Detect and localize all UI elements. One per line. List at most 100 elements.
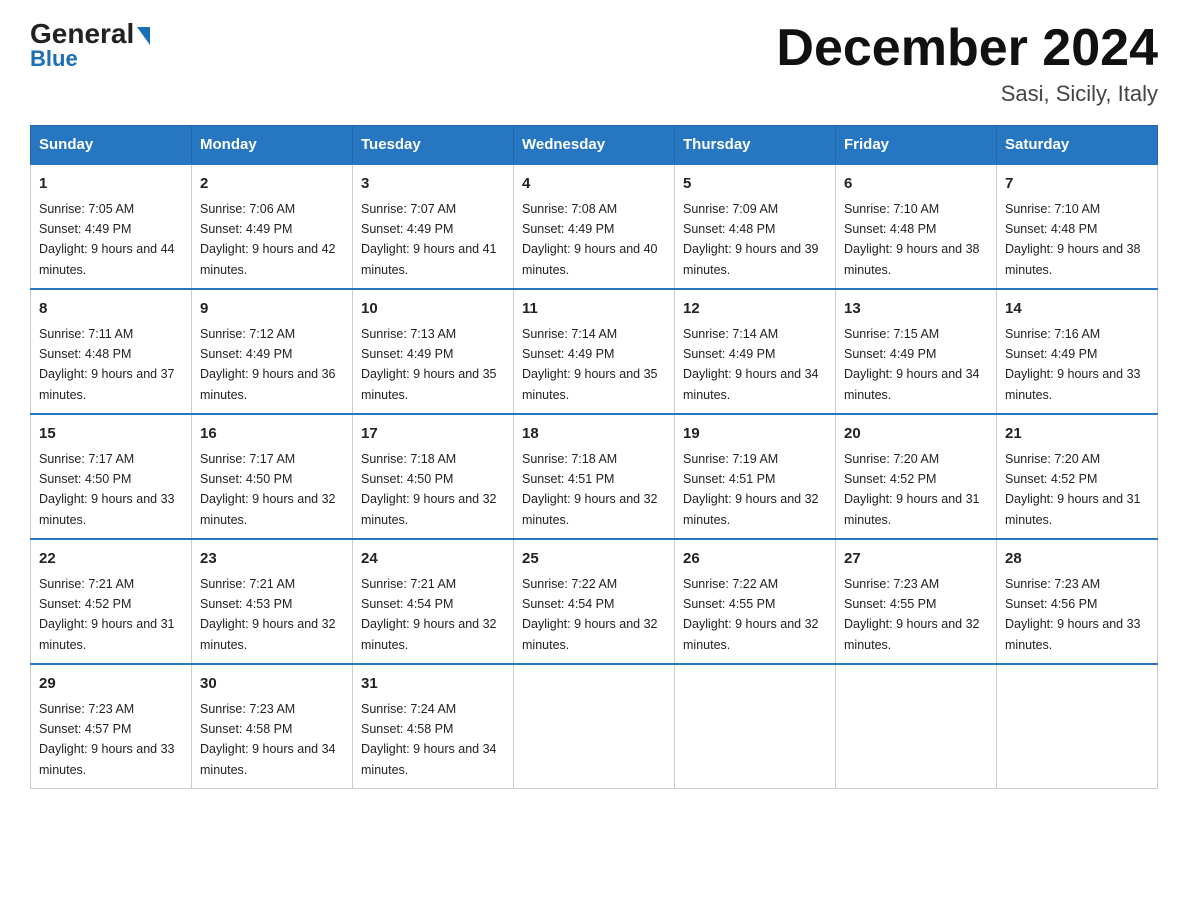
day-info: Sunrise: 7:21 AMSunset: 4:52 PMDaylight:… <box>39 577 175 652</box>
day-cell <box>514 664 675 789</box>
week-row-1: 1 Sunrise: 7:05 AMSunset: 4:49 PMDayligh… <box>31 164 1158 289</box>
day-info: Sunrise: 7:13 AMSunset: 4:49 PMDaylight:… <box>361 327 497 402</box>
header-thursday: Thursday <box>675 126 836 165</box>
day-cell <box>997 664 1158 789</box>
day-info: Sunrise: 7:10 AMSunset: 4:48 PMDaylight:… <box>1005 202 1141 277</box>
day-cell: 14 Sunrise: 7:16 AMSunset: 4:49 PMDaylig… <box>997 289 1158 414</box>
day-number: 22 <box>39 548 183 571</box>
day-number: 2 <box>200 173 344 196</box>
day-info: Sunrise: 7:15 AMSunset: 4:49 PMDaylight:… <box>844 327 980 402</box>
header-wednesday: Wednesday <box>514 126 675 165</box>
day-cell: 24 Sunrise: 7:21 AMSunset: 4:54 PMDaylig… <box>353 539 514 664</box>
day-info: Sunrise: 7:24 AMSunset: 4:58 PMDaylight:… <box>361 702 497 777</box>
day-number: 18 <box>522 423 666 446</box>
header-saturday: Saturday <box>997 126 1158 165</box>
day-number: 1 <box>39 173 183 196</box>
day-cell: 9 Sunrise: 7:12 AMSunset: 4:49 PMDayligh… <box>192 289 353 414</box>
day-cell: 13 Sunrise: 7:15 AMSunset: 4:49 PMDaylig… <box>836 289 997 414</box>
day-info: Sunrise: 7:23 AMSunset: 4:58 PMDaylight:… <box>200 702 336 777</box>
day-number: 26 <box>683 548 827 571</box>
day-number: 9 <box>200 298 344 321</box>
day-info: Sunrise: 7:06 AMSunset: 4:49 PMDaylight:… <box>200 202 336 277</box>
day-info: Sunrise: 7:07 AMSunset: 4:49 PMDaylight:… <box>361 202 497 277</box>
week-row-2: 8 Sunrise: 7:11 AMSunset: 4:48 PMDayligh… <box>31 289 1158 414</box>
day-number: 23 <box>200 548 344 571</box>
day-info: Sunrise: 7:19 AMSunset: 4:51 PMDaylight:… <box>683 452 819 527</box>
day-cell: 2 Sunrise: 7:06 AMSunset: 4:49 PMDayligh… <box>192 164 353 289</box>
day-cell: 1 Sunrise: 7:05 AMSunset: 4:49 PMDayligh… <box>31 164 192 289</box>
month-title: December 2024 <box>776 20 1158 77</box>
day-number: 5 <box>683 173 827 196</box>
day-number: 12 <box>683 298 827 321</box>
days-header-row: Sunday Monday Tuesday Wednesday Thursday… <box>31 126 1158 165</box>
day-cell: 29 Sunrise: 7:23 AMSunset: 4:57 PMDaylig… <box>31 664 192 789</box>
day-number: 13 <box>844 298 988 321</box>
day-number: 3 <box>361 173 505 196</box>
day-cell: 28 Sunrise: 7:23 AMSunset: 4:56 PMDaylig… <box>997 539 1158 664</box>
day-cell: 11 Sunrise: 7:14 AMSunset: 4:49 PMDaylig… <box>514 289 675 414</box>
day-cell: 23 Sunrise: 7:21 AMSunset: 4:53 PMDaylig… <box>192 539 353 664</box>
day-cell: 30 Sunrise: 7:23 AMSunset: 4:58 PMDaylig… <box>192 664 353 789</box>
day-info: Sunrise: 7:23 AMSunset: 4:57 PMDaylight:… <box>39 702 175 777</box>
day-info: Sunrise: 7:16 AMSunset: 4:49 PMDaylight:… <box>1005 327 1141 402</box>
day-info: Sunrise: 7:14 AMSunset: 4:49 PMDaylight:… <box>522 327 658 402</box>
day-cell: 7 Sunrise: 7:10 AMSunset: 4:48 PMDayligh… <box>997 164 1158 289</box>
header-friday: Friday <box>836 126 997 165</box>
title-area: December 2024 Sasi, Sicily, Italy <box>776 20 1158 107</box>
day-number: 30 <box>200 673 344 696</box>
day-info: Sunrise: 7:20 AMSunset: 4:52 PMDaylight:… <box>844 452 980 527</box>
header-monday: Monday <box>192 126 353 165</box>
day-cell: 19 Sunrise: 7:19 AMSunset: 4:51 PMDaylig… <box>675 414 836 539</box>
day-info: Sunrise: 7:18 AMSunset: 4:51 PMDaylight:… <box>522 452 658 527</box>
day-number: 11 <box>522 298 666 321</box>
day-info: Sunrise: 7:22 AMSunset: 4:55 PMDaylight:… <box>683 577 819 652</box>
day-cell: 5 Sunrise: 7:09 AMSunset: 4:48 PMDayligh… <box>675 164 836 289</box>
day-cell: 31 Sunrise: 7:24 AMSunset: 4:58 PMDaylig… <box>353 664 514 789</box>
day-cell <box>675 664 836 789</box>
day-info: Sunrise: 7:05 AMSunset: 4:49 PMDaylight:… <box>39 202 175 277</box>
day-cell: 21 Sunrise: 7:20 AMSunset: 4:52 PMDaylig… <box>997 414 1158 539</box>
day-cell: 3 Sunrise: 7:07 AMSunset: 4:49 PMDayligh… <box>353 164 514 289</box>
calendar-table: Sunday Monday Tuesday Wednesday Thursday… <box>30 125 1158 789</box>
day-number: 29 <box>39 673 183 696</box>
day-number: 21 <box>1005 423 1149 446</box>
location-text: Sasi, Sicily, Italy <box>776 81 1158 107</box>
day-info: Sunrise: 7:10 AMSunset: 4:48 PMDaylight:… <box>844 202 980 277</box>
day-cell: 6 Sunrise: 7:10 AMSunset: 4:48 PMDayligh… <box>836 164 997 289</box>
day-info: Sunrise: 7:22 AMSunset: 4:54 PMDaylight:… <box>522 577 658 652</box>
day-number: 25 <box>522 548 666 571</box>
day-number: 10 <box>361 298 505 321</box>
day-info: Sunrise: 7:23 AMSunset: 4:56 PMDaylight:… <box>1005 577 1141 652</box>
header-tuesday: Tuesday <box>353 126 514 165</box>
day-cell: 15 Sunrise: 7:17 AMSunset: 4:50 PMDaylig… <box>31 414 192 539</box>
logo: General Blue <box>30 20 150 72</box>
week-row-4: 22 Sunrise: 7:21 AMSunset: 4:52 PMDaylig… <box>31 539 1158 664</box>
day-info: Sunrise: 7:20 AMSunset: 4:52 PMDaylight:… <box>1005 452 1141 527</box>
day-number: 16 <box>200 423 344 446</box>
day-info: Sunrise: 7:17 AMSunset: 4:50 PMDaylight:… <box>39 452 175 527</box>
day-info: Sunrise: 7:11 AMSunset: 4:48 PMDaylight:… <box>39 327 175 402</box>
day-info: Sunrise: 7:08 AMSunset: 4:49 PMDaylight:… <box>522 202 658 277</box>
week-row-5: 29 Sunrise: 7:23 AMSunset: 4:57 PMDaylig… <box>31 664 1158 789</box>
day-cell <box>836 664 997 789</box>
day-cell: 10 Sunrise: 7:13 AMSunset: 4:49 PMDaylig… <box>353 289 514 414</box>
logo-general: General <box>30 20 150 48</box>
day-number: 17 <box>361 423 505 446</box>
day-number: 6 <box>844 173 988 196</box>
day-cell: 4 Sunrise: 7:08 AMSunset: 4:49 PMDayligh… <box>514 164 675 289</box>
day-info: Sunrise: 7:18 AMSunset: 4:50 PMDaylight:… <box>361 452 497 527</box>
day-cell: 26 Sunrise: 7:22 AMSunset: 4:55 PMDaylig… <box>675 539 836 664</box>
day-info: Sunrise: 7:09 AMSunset: 4:48 PMDaylight:… <box>683 202 819 277</box>
week-row-3: 15 Sunrise: 7:17 AMSunset: 4:50 PMDaylig… <box>31 414 1158 539</box>
day-cell: 17 Sunrise: 7:18 AMSunset: 4:50 PMDaylig… <box>353 414 514 539</box>
day-info: Sunrise: 7:17 AMSunset: 4:50 PMDaylight:… <box>200 452 336 527</box>
day-number: 7 <box>1005 173 1149 196</box>
day-number: 4 <box>522 173 666 196</box>
day-cell: 16 Sunrise: 7:17 AMSunset: 4:50 PMDaylig… <box>192 414 353 539</box>
day-cell: 12 Sunrise: 7:14 AMSunset: 4:49 PMDaylig… <box>675 289 836 414</box>
day-number: 19 <box>683 423 827 446</box>
page-header: General Blue December 2024 Sasi, Sicily,… <box>30 20 1158 107</box>
day-number: 27 <box>844 548 988 571</box>
day-cell: 8 Sunrise: 7:11 AMSunset: 4:48 PMDayligh… <box>31 289 192 414</box>
day-number: 20 <box>844 423 988 446</box>
